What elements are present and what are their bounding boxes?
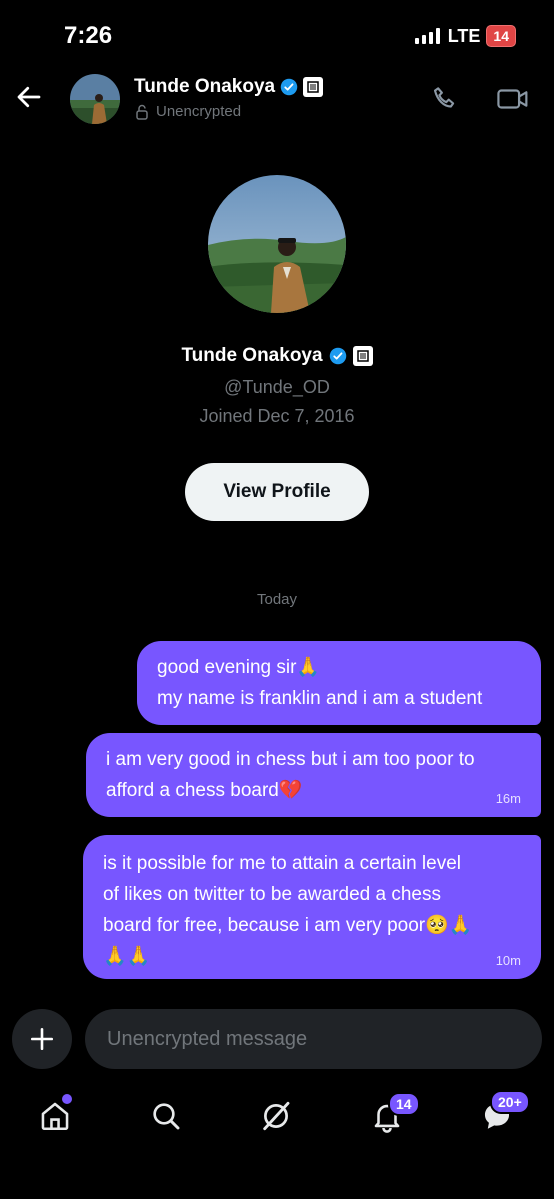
- message-bubble[interactable]: good evening sir🙏 my name is franklin an…: [137, 641, 541, 725]
- profile-name-row: Tunde Onakoya: [0, 345, 554, 367]
- unlock-icon: [136, 104, 148, 120]
- profile-name: Tunde Onakoya: [181, 345, 323, 366]
- message-timestamp: 10m: [495, 953, 521, 968]
- status-bar: 7:26 LTE 14: [0, 0, 554, 70]
- affiliate-badge-icon: [303, 77, 324, 97]
- message-line: afford a chess board💔: [106, 780, 303, 801]
- home-icon: [41, 1102, 69, 1131]
- grok-icon: [263, 1101, 290, 1131]
- plus-icon: [30, 1027, 54, 1051]
- home-unread-dot: [62, 1094, 72, 1104]
- notifications-badge: 14: [388, 1092, 420, 1116]
- status-indicators: LTE 14: [414, 25, 516, 47]
- nav-notifications[interactable]: 14: [370, 1092, 420, 1134]
- video-call-button[interactable]: [496, 84, 530, 114]
- signal-icon: [414, 28, 440, 44]
- nav-home[interactable]: [38, 1094, 72, 1134]
- message-line: is it possible for me to attain a certai…: [103, 853, 462, 874]
- avatar[interactable]: [70, 74, 120, 124]
- arrow-left-icon: [17, 86, 41, 108]
- phone-icon: [433, 87, 455, 108]
- message-line: of likes on twitter to be awarded a ches…: [103, 884, 441, 905]
- conversation-header: Tunde Onakoya Unencrypted: [0, 70, 554, 130]
- battery-icon: 14: [486, 25, 516, 47]
- nav-grok[interactable]: [259, 1098, 293, 1134]
- message-line: i am very good in chess but i am too poo…: [106, 749, 475, 770]
- message-line: 🙏🙏: [103, 946, 151, 967]
- verified-badge-icon: [280, 78, 298, 96]
- header-name-row[interactable]: Tunde Onakoya: [134, 76, 324, 98]
- message-line: board for free, because i am very poor🥺🙏: [103, 915, 473, 936]
- affiliate-badge-icon: [352, 346, 373, 366]
- message-line: my name is franklin and i am a student: [157, 688, 483, 709]
- nav-messages[interactable]: 20+: [480, 1090, 530, 1134]
- status-time: 7:26: [64, 22, 113, 49]
- video-camera-icon: [497, 89, 528, 109]
- network-type: LTE: [447, 25, 481, 46]
- add-attachment-button[interactable]: [12, 1009, 72, 1069]
- back-button[interactable]: [14, 82, 44, 112]
- encryption-status: Unencrypted: [134, 103, 241, 120]
- nav-search[interactable]: [149, 1098, 183, 1134]
- message-line: good evening sir🙏: [157, 657, 321, 678]
- message-bubble[interactable]: is it possible for me to attain a certai…: [83, 835, 541, 979]
- contact-name: Tunde Onakoya: [134, 76, 276, 97]
- search-icon: [153, 1103, 180, 1130]
- encryption-label: Unencrypted: [156, 103, 242, 120]
- view-profile-button[interactable]: View Profile: [185, 463, 369, 521]
- profile-avatar[interactable]: [208, 175, 346, 313]
- messages-badge: 20+: [490, 1090, 530, 1114]
- message-timestamp: 16m: [495, 791, 521, 806]
- verified-badge-icon: [329, 347, 346, 365]
- message-input[interactable]: [85, 1009, 542, 1069]
- profile-joined-date: Joined Dec 7, 2016: [199, 406, 355, 426]
- profile-handle: @Tunde_OD: [224, 377, 330, 397]
- message-bubble[interactable]: i am very good in chess but i am too poo…: [86, 733, 541, 817]
- voice-call-button[interactable]: [430, 84, 460, 114]
- date-separator: Today: [256, 591, 298, 608]
